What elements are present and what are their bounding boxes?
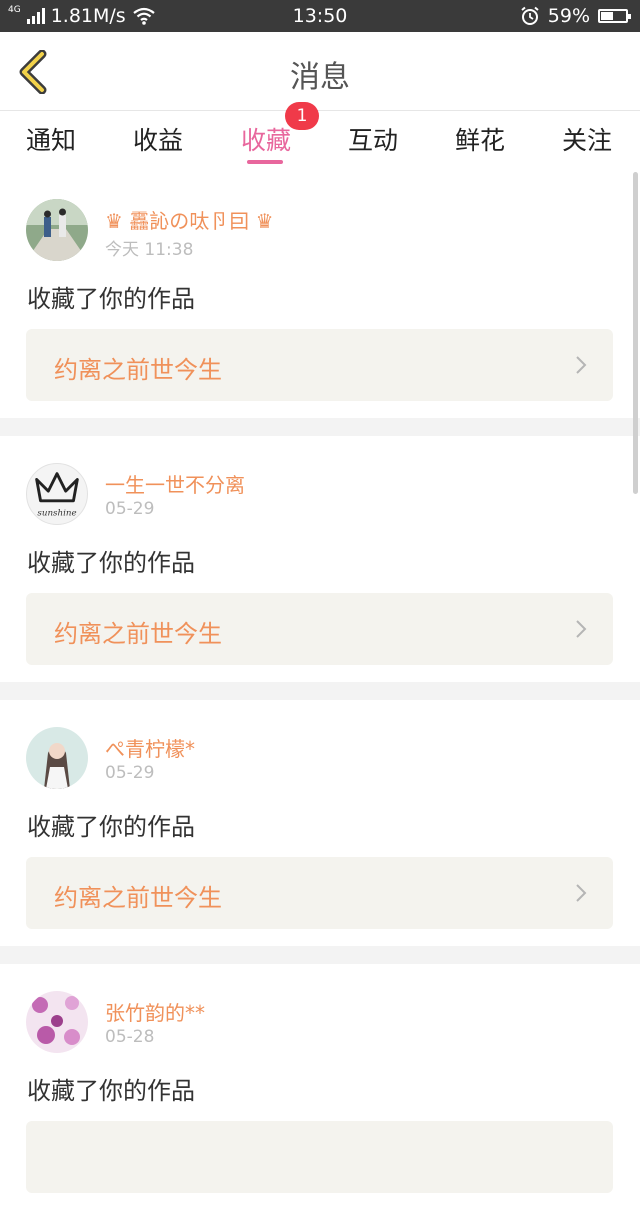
action-text: 收藏了你的作品: [27, 549, 195, 577]
tab-bar: 通知 收益 收藏 1 互动 鲜花 关注: [0, 102, 640, 171]
tab-interaction[interactable]: 互动: [348, 121, 398, 157]
timestamp: 05-29: [105, 499, 155, 519]
tab-notice[interactable]: 通知: [26, 121, 76, 157]
avatar-caption: sunshine: [37, 508, 76, 518]
action-text: 收藏了你的作品: [27, 285, 195, 313]
tab-earnings[interactable]: 收益: [133, 121, 183, 157]
user-name[interactable]: 一生一世不分离: [105, 469, 245, 498]
tab-favorites[interactable]: 收藏: [241, 121, 291, 157]
action-text: 收藏了你的作品: [27, 813, 195, 841]
user-name[interactable]: ぺ青柠檬*: [105, 733, 195, 762]
battery-icon: [598, 9, 631, 23]
list-item: ♛ 靐訫の呔卪囙 ♛ 今天 11:38 收藏了你的作品 约离之前世今生: [0, 172, 640, 418]
list-item: ぺ青柠檬* 05-29 收藏了你的作品 约离之前世今生: [0, 700, 640, 946]
work-link[interactable]: 约离之前世今生: [26, 857, 613, 929]
action-text: 收藏了你的作品: [27, 1077, 195, 1105]
page-title: 消息: [290, 60, 350, 95]
work-title: 约离之前世今生: [54, 884, 222, 912]
list-item: 张竹韵的** 05-28 收藏了你的作品: [0, 964, 640, 1210]
scrollbar[interactable]: [633, 172, 638, 494]
list-item: sunshine 一生一世不分离 05-29 收藏了你的作品 约离之前世今生: [0, 436, 640, 682]
user-name[interactable]: 张竹韵的**: [105, 997, 205, 1026]
avatar[interactable]: [26, 727, 88, 789]
user-name[interactable]: ♛ 靐訫の呔卪囙 ♛: [105, 205, 274, 234]
header: 消息: [0, 32, 640, 111]
work-title: 约离之前世今生: [54, 356, 222, 384]
avatar[interactable]: [26, 199, 88, 261]
avatar[interactable]: [26, 991, 88, 1053]
work-link[interactable]: 约离之前世今生: [26, 593, 613, 665]
status-bar: 4G 1.81M/s 13:50 59%: [0, 0, 640, 32]
battery-percent: 59%: [547, 5, 590, 27]
notification-list: ♛ 靐訫の呔卪囙 ♛ 今天 11:38 收藏了你的作品 约离之前世今生 suns…: [0, 172, 640, 1210]
chevron-right-icon: [576, 356, 587, 374]
divider: [0, 682, 640, 700]
work-link[interactable]: [26, 1121, 613, 1193]
tab-following[interactable]: 关注: [562, 121, 612, 157]
work-link[interactable]: 约离之前世今生: [26, 329, 613, 401]
avatar[interactable]: sunshine: [26, 463, 88, 525]
divider: [0, 418, 640, 436]
chevron-right-icon: [576, 884, 587, 902]
timestamp: 05-29: [105, 763, 155, 783]
alarm-icon: [521, 6, 539, 25]
favorites-badge: 1: [285, 102, 319, 130]
timestamp: 今天 11:38: [105, 240, 194, 260]
timestamp: 05-28: [105, 1027, 155, 1047]
tab-flowers[interactable]: 鲜花: [455, 121, 505, 157]
work-title: 约离之前世今生: [54, 620, 222, 648]
active-tab-indicator: [247, 160, 283, 164]
divider: [0, 946, 640, 964]
chevron-right-icon: [576, 620, 587, 638]
